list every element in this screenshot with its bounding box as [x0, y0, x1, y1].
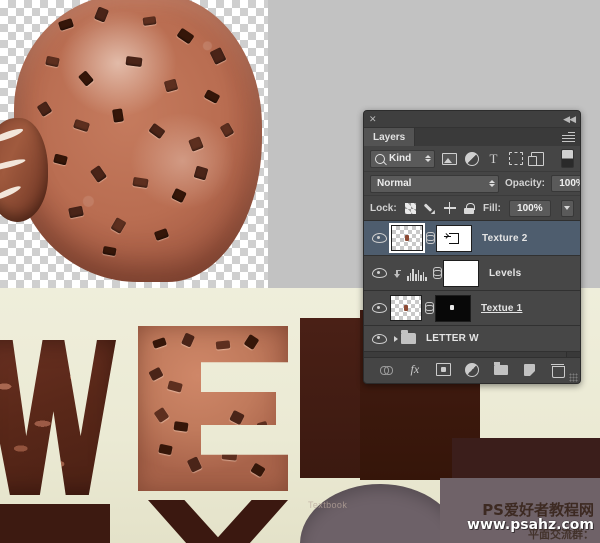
type-layer-filter-icon[interactable]: T: [486, 151, 501, 166]
new-group-button[interactable]: [492, 361, 509, 378]
panel-tabbar[interactable]: Layers: [364, 128, 580, 146]
layer-visibility-icon[interactable]: [368, 303, 390, 313]
expand-group-chevron-icon[interactable]: [394, 335, 398, 342]
new-layer-button[interactable]: [521, 362, 538, 378]
layer-name[interactable]: Textue 1: [481, 303, 522, 314]
lock-image-pixels-icon[interactable]: [424, 202, 436, 215]
layer-name[interactable]: LETTER W: [426, 333, 479, 344]
panel-menu-icon[interactable]: [562, 132, 575, 142]
layer-thumbnail[interactable]: [390, 295, 422, 321]
smart-object-filter-icon[interactable]: [528, 151, 545, 166]
shape-layer-filter-icon[interactable]: [508, 151, 523, 166]
layer-thumbnail[interactable]: [389, 223, 425, 253]
folder-icon: [401, 330, 416, 344]
search-icon: [375, 153, 385, 164]
levels-adjustment-icon[interactable]: [404, 265, 430, 281]
opacity-value[interactable]: 100%: [551, 175, 580, 192]
chocolate-texture-image: [14, 0, 262, 282]
close-icon[interactable]: ✕: [369, 114, 377, 124]
delete-layer-button[interactable]: [549, 362, 566, 378]
table-row[interactable]: Levels: [364, 256, 580, 291]
layer-filter-row[interactable]: Kind T: [364, 146, 580, 172]
add-layer-style-button[interactable]: fx: [406, 362, 423, 378]
watermark-site: PS爱好者教程网 www.psahz.com 平面交流群：: [467, 502, 594, 542]
black-layer-mask-thumbnail[interactable]: [435, 294, 471, 322]
filter-kind-select[interactable]: Kind: [370, 149, 435, 168]
table-row[interactable]: LETTER W: [364, 326, 580, 352]
layers-panel[interactable]: ✕ ◀◀ Layers Kind T Normal Opacity: 100 L…: [363, 110, 581, 384]
add-layer-mask-button[interactable]: [435, 362, 452, 378]
blend-mode-row[interactable]: Normal Opacity: 100%: [364, 172, 580, 196]
link-layers-icon[interactable]: [423, 232, 436, 244]
clipping-mask-icon: [390, 269, 404, 278]
lock-row[interactable]: Lock: Fill: 100%: [364, 196, 580, 221]
lock-all-icon[interactable]: [464, 202, 475, 215]
fill-dropdown-icon[interactable]: [560, 199, 575, 217]
opacity-label: Opacity:: [505, 178, 546, 189]
layer-visibility-icon[interactable]: [368, 268, 390, 278]
smart-filter-thumbnail[interactable]: [436, 224, 472, 252]
collapse-to-icons-icon[interactable]: ◀◀: [563, 114, 576, 125]
filter-kind-label: Kind: [389, 153, 412, 164]
watermark-line-3: 平面交流群：: [528, 528, 594, 542]
link-layers-icon[interactable]: [422, 302, 435, 314]
watermark-left-text: Textbook: [308, 500, 348, 510]
link-layers-button[interactable]: [378, 362, 395, 378]
filter-toggle-icon[interactable]: [561, 149, 574, 168]
tab-layers-label: Layers: [373, 131, 406, 143]
tab-layers[interactable]: Layers: [364, 128, 416, 146]
letter-shape-bottom-left: [0, 504, 110, 543]
link-layers-icon[interactable]: [430, 267, 443, 279]
chevron-updown-icon[interactable]: [421, 155, 431, 162]
layer-visibility-icon[interactable]: [368, 233, 390, 243]
table-row[interactable]: Textue 1: [364, 291, 580, 326]
adjustment-layer-filter-icon[interactable]: [464, 151, 479, 166]
table-row[interactable]: Texture 2: [364, 221, 580, 256]
layer-name[interactable]: Levels: [489, 268, 521, 279]
blend-mode-select[interactable]: Normal: [370, 174, 499, 193]
chevron-updown-icon[interactable]: [485, 180, 495, 187]
lock-transparent-pixels-icon[interactable]: [404, 202, 416, 215]
letter-shape-bottom-v: [148, 500, 288, 543]
resize-grip[interactable]: [569, 373, 578, 382]
letter-e-shape: [138, 326, 288, 491]
lock-position-icon[interactable]: [443, 202, 456, 215]
letter-w-shape: [0, 340, 116, 495]
panel-titlebar[interactable]: ✕ ◀◀: [364, 111, 580, 128]
fill-label: Fill:: [483, 202, 501, 214]
pixel-layer-filter-icon[interactable]: [442, 151, 457, 166]
background-disc: [300, 484, 460, 543]
layer-list[interactable]: Texture 2 Levels Textue 1 LETTER W: [364, 221, 580, 357]
layers-panel-footer[interactable]: fx: [364, 357, 580, 382]
lock-label: Lock:: [370, 202, 397, 214]
new-adjustment-layer-button[interactable]: [463, 362, 480, 378]
tabbar-empty-area: [415, 128, 580, 146]
document-transparency-canvas[interactable]: [0, 0, 268, 288]
photoshop-screenshot: Textbook PS爱好者教程网 www.psahz.com 平面交流群： ✕…: [0, 0, 600, 543]
white-layer-mask-thumbnail[interactable]: [443, 259, 479, 287]
fill-value[interactable]: 100%: [508, 199, 551, 217]
layer-visibility-icon[interactable]: [368, 333, 390, 344]
layer-name[interactable]: Texture 2: [482, 233, 528, 244]
blend-mode-value: Normal: [377, 178, 412, 189]
